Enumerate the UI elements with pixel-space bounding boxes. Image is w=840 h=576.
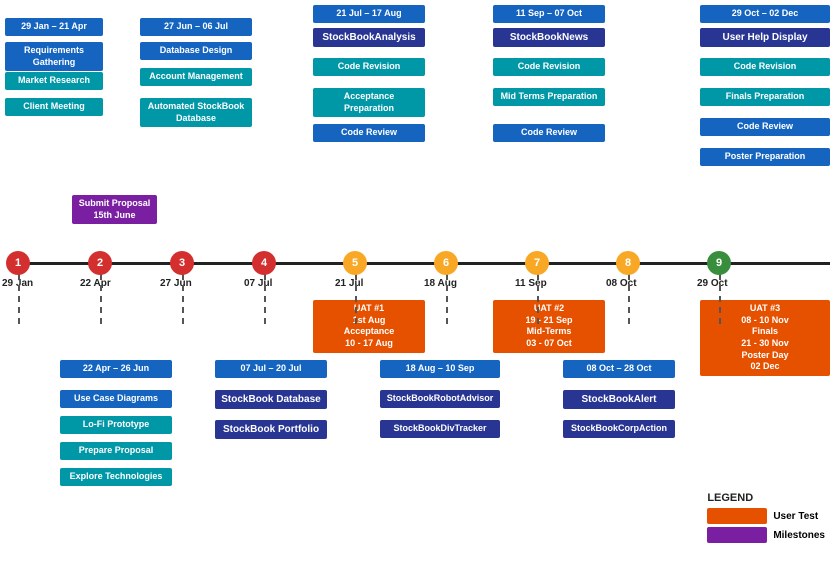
phase4b-task2: StockBookDivTracker bbox=[380, 420, 500, 438]
phase2-date: 27 Jun – 06 Jul bbox=[140, 18, 252, 36]
milestone-note-submit: Submit Proposal 15th June bbox=[72, 195, 157, 224]
phase5-task5: Poster Preparation bbox=[700, 148, 830, 166]
phase5-date: 29 Oct – 02 Dec bbox=[700, 5, 830, 23]
legend-item-milestones: Milestones bbox=[707, 527, 825, 543]
legend-box-milestones bbox=[707, 527, 767, 543]
phase3b-task1: StockBook Database bbox=[215, 390, 327, 409]
date-2: 22 Apr bbox=[80, 278, 111, 289]
legend-item-usertest: User Test bbox=[707, 508, 825, 524]
date-4: 07 Jul bbox=[244, 278, 272, 289]
phase2-task2: Account Management bbox=[140, 68, 252, 86]
legend-label-usertest: User Test bbox=[773, 511, 818, 522]
date-8: 08 Oct bbox=[606, 278, 637, 289]
uat1-card: UAT #11st AugAcceptance10 - 17 Aug bbox=[313, 300, 425, 353]
dashed-5 bbox=[355, 274, 357, 324]
dashed-6 bbox=[446, 274, 448, 324]
milestone-9: 9 bbox=[707, 251, 731, 275]
phase5b-date: 08 Oct – 28 Oct bbox=[563, 360, 675, 378]
phase4-task3: Mid Terms Preparation bbox=[493, 88, 605, 106]
date-5: 21 Jul bbox=[335, 278, 363, 289]
dashed-8 bbox=[628, 274, 630, 324]
date-6: 18 Aug bbox=[424, 278, 457, 289]
milestone-7: 7 bbox=[525, 251, 549, 275]
phase5b-task2: StockBookCorpAction bbox=[563, 420, 675, 438]
milestone-2: 2 bbox=[88, 251, 112, 275]
phase5-task2: Code Revision bbox=[700, 58, 830, 76]
phase3b-task2: StockBook Portfolio bbox=[215, 420, 327, 439]
phase1-task2: Market Research bbox=[5, 72, 103, 90]
phase2b-task1: Use Case Diagrams bbox=[60, 390, 172, 408]
date-3: 27 Jun bbox=[160, 278, 192, 289]
dashed-9 bbox=[719, 274, 721, 324]
phase4-task4: Code Review bbox=[493, 124, 605, 142]
phase5-task1: User Help Display bbox=[700, 28, 830, 47]
milestone-3: 3 bbox=[170, 251, 194, 275]
milestone-6: 6 bbox=[434, 251, 458, 275]
timeline-container: 29 Jan – 21 Apr Requirements Gathering M… bbox=[0, 0, 840, 576]
phase1-date: 29 Jan – 21 Apr bbox=[5, 18, 103, 36]
phase4-task1: StockBookNews bbox=[493, 28, 605, 47]
phase5b-task1: StockBookAlert bbox=[563, 390, 675, 409]
phase3b-date: 07 Jul – 20 Jul bbox=[215, 360, 327, 378]
legend-box-usertest bbox=[707, 508, 767, 524]
phase2b-task4: Explore Technologies bbox=[60, 468, 172, 486]
milestone-1: 1 bbox=[6, 251, 30, 275]
phase5-task3: Finals Preparation bbox=[700, 88, 830, 106]
phase2-task3: Automated StockBook Database bbox=[140, 98, 252, 127]
legend-label-milestones: Milestones bbox=[773, 530, 825, 541]
date-9: 29 Oct bbox=[697, 278, 728, 289]
milestone-8: 8 bbox=[616, 251, 640, 275]
phase3-task4: Code Review bbox=[313, 124, 425, 142]
phase4b-date: 18 Aug – 10 Sep bbox=[380, 360, 500, 378]
phase1-task1: Requirements Gathering bbox=[5, 42, 103, 71]
dashed-1 bbox=[18, 274, 20, 324]
phase2-task1: Database Design bbox=[140, 42, 252, 60]
phase5-task4: Code Review bbox=[700, 118, 830, 136]
dashed-7 bbox=[537, 274, 539, 324]
legend-title: LEGEND bbox=[707, 492, 825, 504]
phase4b-task1: StockBookRobotAdvisor bbox=[380, 390, 500, 408]
date-7: 11 Sep bbox=[515, 278, 547, 289]
phase4-task2: Code Revision bbox=[493, 58, 605, 76]
dashed-4 bbox=[264, 274, 266, 324]
phase2b-task3: Prepare Proposal bbox=[60, 442, 172, 460]
phase1-task3: Client Meeting bbox=[5, 98, 103, 116]
legend: LEGEND User Test Milestones bbox=[707, 492, 825, 546]
phase3-task1: StockBookAnalysis bbox=[313, 28, 425, 47]
phase3-task2: Code Revision bbox=[313, 58, 425, 76]
milestone-4: 4 bbox=[252, 251, 276, 275]
uat2-card: UAT #219 - 21 SepMid-Terms03 - 07 Oct bbox=[493, 300, 605, 353]
phase4-date: 11 Sep – 07 Oct bbox=[493, 5, 605, 23]
dashed-2 bbox=[100, 274, 102, 324]
phase2b-date: 22 Apr – 26 Jun bbox=[60, 360, 172, 378]
phase3-date: 21 Jul – 17 Aug bbox=[313, 5, 425, 23]
phase2b-task2: Lo-Fi Prototype bbox=[60, 416, 172, 434]
dashed-3 bbox=[182, 274, 184, 324]
phase3-task3: Acceptance Preparation bbox=[313, 88, 425, 117]
milestone-5: 5 bbox=[343, 251, 367, 275]
